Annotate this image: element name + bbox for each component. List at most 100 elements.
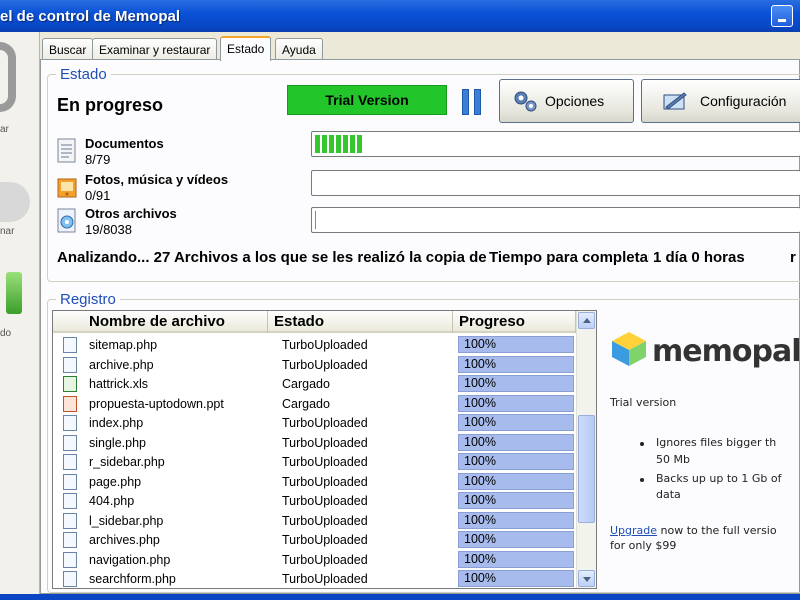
table-row[interactable]: propuesta-uptodown.ppt Cargado 100% [53, 394, 576, 414]
table-row[interactable]: searchform.php TurboUploaded 100% [53, 569, 576, 588]
table-row[interactable]: sitemap.php TurboUploaded 100% [53, 335, 576, 355]
file-log-table: Nombre de archivo Estado Progreso sitema… [52, 310, 597, 589]
ppt-file-icon [63, 395, 77, 412]
memopal-logo-icon [612, 332, 646, 366]
file-state-cell: Cargado [282, 396, 330, 411]
file-progress-cell: 100% [458, 570, 574, 587]
scroll-up-button[interactable] [578, 312, 595, 329]
file-name-cell: index.php [89, 416, 144, 430]
time-extra: r [790, 249, 796, 266]
file-state-cell: TurboUploaded [282, 552, 368, 567]
tab-examinar[interactable]: Examinar y restaurar [92, 38, 218, 60]
file-state-cell: TurboUploaded [282, 357, 368, 372]
php-file-icon [63, 493, 77, 509]
file-progress-cell: 100% [458, 511, 574, 529]
upgrade-line: Upgrade now to the full versio [610, 524, 777, 537]
media-icon [57, 178, 77, 198]
php-file-icon [63, 337, 77, 353]
file-progress-cell: 100% [458, 531, 574, 548]
upgrade-price: for only $99 [610, 539, 677, 552]
file-progress-cell: 100% [458, 492, 574, 509]
estado-title: Estado [56, 66, 111, 83]
table-row[interactable]: r_sidebar.php TurboUploaded 100% [53, 452, 576, 472]
configuration-icon [663, 92, 687, 110]
time-value: 1 día 0 horas [653, 249, 745, 266]
documents-progress-fill [315, 135, 363, 153]
xls-file-icon [63, 376, 77, 392]
bullet [640, 478, 644, 482]
left-label-status[interactable]: do [0, 328, 11, 339]
table-row[interactable]: archive.php TurboUploaded 100% [53, 355, 576, 375]
pause-icon[interactable] [462, 89, 484, 117]
file-name-cell: hattrick.xls [89, 377, 149, 391]
file-progress-cell: 100% [458, 375, 574, 392]
tab-buscar[interactable]: Buscar [42, 38, 94, 60]
file-progress-cell: 100% [458, 394, 574, 412]
table-row[interactable]: hattrick.xls Cargado 100% [53, 374, 576, 394]
configuration-button[interactable]: Configuración [641, 79, 800, 123]
bullet2-line2: data [656, 488, 681, 501]
table-row[interactable]: index.php TurboUploaded 100% [53, 413, 576, 433]
registro-title: Registro [56, 291, 120, 308]
table-row[interactable]: 404.php TurboUploaded 100% [53, 491, 576, 511]
tab-ayuda[interactable]: Ayuda [275, 38, 323, 60]
file-name-cell: single.php [89, 435, 146, 450]
options-button[interactable]: Opciones [499, 79, 634, 123]
file-state-cell: TurboUploaded [282, 338, 368, 352]
category-count: 0/91 [85, 188, 111, 203]
title-bar: el de control de Memopal [0, 0, 800, 32]
category-name: Documentos [85, 136, 164, 151]
table-row[interactable]: l_sidebar.php TurboUploaded 100% [53, 511, 576, 531]
php-file-icon [63, 454, 77, 470]
table-header: Nombre de archivo Estado Progreso [53, 311, 576, 333]
column-header-state[interactable]: Estado [268, 311, 453, 333]
bullet1-line1: Ignores files bigger th [656, 436, 777, 449]
documents-progress-bar [311, 131, 800, 157]
window-title: el de control de Memopal [0, 8, 181, 25]
php-file-icon [63, 415, 77, 431]
upgrade-link[interactable]: Upgrade [610, 524, 657, 537]
file-progress-cell: 100% [458, 414, 574, 431]
status-icon[interactable] [6, 272, 22, 314]
php-file-icon [63, 532, 77, 548]
php-file-icon [63, 434, 77, 451]
category-count: 8/79 [85, 152, 111, 167]
trial-badge: Trial Version [287, 85, 447, 115]
left-label-restore[interactable]: nar [0, 226, 14, 237]
vertical-scrollbar[interactable] [576, 311, 596, 588]
scroll-thumb[interactable] [578, 415, 595, 523]
php-file-icon [63, 571, 77, 587]
file-progress-cell: 100% [458, 336, 574, 353]
table-row[interactable]: page.php TurboUploaded 100% [53, 472, 576, 492]
bullet2-line1: Backs up up to 1 Gb of [656, 472, 782, 485]
category-documents: Documentos 8/79 [57, 136, 297, 170]
table-row[interactable]: navigation.php TurboUploaded 100% [53, 550, 576, 570]
minimize-button[interactable] [771, 5, 793, 27]
file-progress-cell: 100% [458, 355, 574, 373]
tab-estado[interactable]: Estado [220, 36, 272, 61]
table-row[interactable]: archives.php TurboUploaded 100% [53, 530, 576, 550]
file-state-cell: TurboUploaded [282, 494, 368, 508]
memopal-logo: memopal [652, 334, 800, 369]
file-state-cell: TurboUploaded [282, 533, 368, 547]
file-state-cell: TurboUploaded [282, 435, 368, 450]
other-files-icon [57, 208, 76, 233]
file-name-cell: propuesta-uptodown.ppt [89, 396, 224, 411]
search-icon[interactable] [0, 42, 16, 112]
restore-icon[interactable] [0, 182, 30, 222]
file-name-cell: sitemap.php [89, 338, 158, 352]
file-state-cell: Cargado [282, 377, 330, 391]
category-media: Fotos, música y vídeos 0/91 [57, 172, 297, 206]
scroll-down-button[interactable] [578, 570, 595, 587]
php-file-icon [63, 356, 77, 373]
column-header-progress[interactable]: Progreso [453, 311, 576, 333]
category-count: 19/8038 [85, 222, 132, 237]
file-state-cell: TurboUploaded [282, 474, 368, 489]
left-label-search[interactable]: ar [0, 124, 9, 135]
table-row[interactable]: single.php TurboUploaded 100% [53, 433, 576, 453]
file-name-cell: archive.php [89, 357, 154, 372]
file-state-cell: TurboUploaded [282, 513, 368, 528]
window-bottom-border [0, 594, 800, 600]
column-header-name[interactable]: Nombre de archivo [53, 311, 268, 333]
bullet [640, 442, 644, 446]
